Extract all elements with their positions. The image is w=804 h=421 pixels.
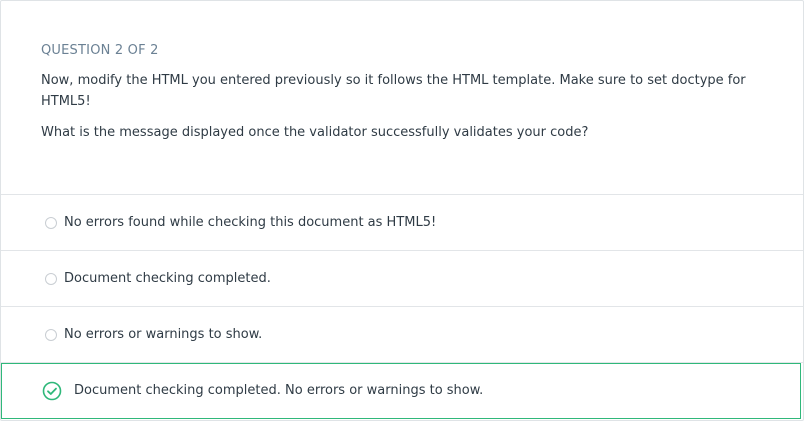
quiz-card: QUESTION 2 OF 2 Now, modify the HTML you…: [0, 0, 804, 421]
question-counter: QUESTION 2 OF 2: [41, 43, 159, 58]
answer-option-label: Document checking completed. No errors o…: [74, 383, 484, 398]
radio-empty-icon[interactable]: [45, 272, 57, 285]
answer-option-4-correct[interactable]: Document checking completed. No errors o…: [1, 363, 801, 419]
question-text: Now, modify the HTML you entered previou…: [41, 73, 746, 109]
answer-option-label: No errors found while checking this docu…: [64, 214, 437, 230]
check-circle-icon: [42, 381, 62, 401]
answer-options: No errors found while checking this docu…: [1, 195, 803, 419]
question-prompt: What is the message displayed once the v…: [41, 125, 589, 140]
radio-empty-icon[interactable]: [45, 216, 57, 229]
answer-option-1[interactable]: No errors found while checking this docu…: [1, 195, 803, 251]
answer-option-label: Document checking completed.: [64, 270, 271, 286]
answer-option-label: No errors or warnings to show.: [64, 326, 263, 342]
question-panel: QUESTION 2 OF 2 Now, modify the HTML you…: [1, 1, 803, 195]
radio-empty-icon[interactable]: [45, 328, 57, 341]
answer-option-2[interactable]: Document checking completed.: [1, 251, 803, 307]
answer-option-3[interactable]: No errors or warnings to show.: [1, 307, 803, 363]
